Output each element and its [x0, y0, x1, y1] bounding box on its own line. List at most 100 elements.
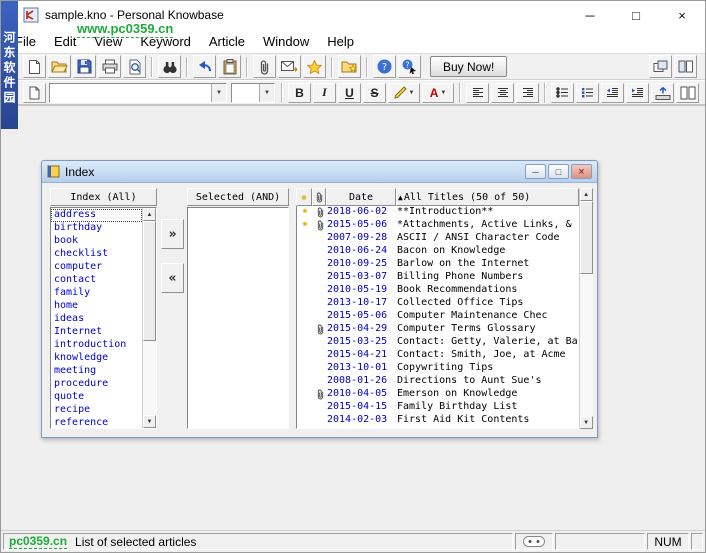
index-window-titlebar[interactable]: Index ─ □ ×	[42, 161, 597, 183]
keyword-item[interactable]: address	[51, 209, 142, 222]
add-keyword-button[interactable]: »	[161, 219, 184, 249]
keyword-scrollbar[interactable]: ▲ ▼	[142, 208, 156, 428]
keyword-item[interactable]: introduction	[51, 339, 142, 352]
italic-button[interactable]: I	[313, 82, 336, 103]
scrollbar-thumb[interactable]	[579, 201, 593, 275]
minimize-button[interactable]: ─	[567, 1, 613, 29]
keyword-item[interactable]: birthday	[51, 222, 142, 235]
index-close-button[interactable]: ×	[571, 164, 592, 179]
scrollbar-thumb[interactable]	[143, 221, 156, 342]
article-scrollbar[interactable]: ▲ ▼	[578, 188, 593, 429]
scrollbar-track[interactable]	[143, 221, 156, 415]
search-button[interactable]	[158, 55, 181, 78]
align-center-button[interactable]	[491, 82, 514, 103]
scroll-down-icon[interactable]: ▼	[143, 415, 156, 428]
keyword-item[interactable]: meeting	[51, 365, 142, 378]
chevron-down-icon[interactable]: ▼	[259, 83, 274, 102]
favorites-folder-button[interactable]	[338, 55, 361, 78]
underline-button[interactable]: U	[338, 82, 361, 103]
keyword-item[interactable]: recipe	[51, 404, 142, 417]
article-row[interactable]: 2014-02-03 First Aid Kit Contents	[297, 414, 578, 427]
article-row[interactable]: 2007-09-28 ASCII / ANSI Character Code	[297, 232, 578, 245]
export-button[interactable]	[651, 82, 674, 103]
cascade-windows-button[interactable]	[649, 55, 672, 78]
indent-button[interactable]	[626, 82, 649, 103]
keyword-item[interactable]: home	[51, 300, 142, 313]
available-keywords-header[interactable]: Index (All)	[50, 188, 157, 206]
menu-item-window[interactable]: Window	[254, 29, 318, 53]
scrollbar-track[interactable]	[579, 201, 593, 416]
keyword-item[interactable]: book	[51, 235, 142, 248]
save-button[interactable]	[73, 55, 96, 78]
titles-column-header[interactable]: ▲ All Titles (50 of 50)	[396, 188, 579, 206]
keyword-item[interactable]: checklist	[51, 248, 142, 261]
selected-keywords-list[interactable]	[187, 207, 289, 429]
bold-button[interactable]: B	[288, 82, 311, 103]
article-row[interactable]: 2015-03-07 Billing Phone Numbers	[297, 271, 578, 284]
index-maximize-button[interactable]: □	[548, 164, 569, 179]
align-right-button[interactable]	[516, 82, 539, 103]
strikethrough-button[interactable]: S	[363, 82, 386, 103]
date-column-header[interactable]: Date	[326, 188, 396, 206]
article-row[interactable]: 2015-05-06 Computer Maintenance Chec	[297, 310, 578, 323]
star-column-header[interactable]: ★	[296, 188, 312, 206]
article-row[interactable]: 2013-10-17 Collected Office Tips	[297, 297, 578, 310]
chevron-down-icon[interactable]: ▼	[211, 83, 226, 102]
menu-item-help[interactable]: Help	[318, 29, 363, 53]
menu-item-article[interactable]: Article	[200, 29, 254, 53]
align-left-button[interactable]	[466, 82, 489, 103]
article-row[interactable]: 2015-04-15 Family Birthday List	[297, 401, 578, 414]
keyword-item[interactable]: knowledge	[51, 352, 142, 365]
print-button[interactable]	[98, 55, 121, 78]
keyword-item[interactable]: Internet	[51, 326, 142, 339]
open-file-button[interactable]	[48, 55, 71, 78]
article-page-button[interactable]	[23, 82, 46, 103]
article-row[interactable]: 2008-01-26 Directions to Aunt Sue's	[297, 375, 578, 388]
index-minimize-button[interactable]: ─	[525, 164, 546, 179]
keyword-item[interactable]: family	[51, 287, 142, 300]
font-color-button[interactable]: A ▼	[422, 82, 454, 103]
font-name-select[interactable]: ▼	[49, 82, 227, 103]
buy-now-button[interactable]: Buy Now!	[430, 56, 508, 77]
print-preview-button[interactable]	[123, 55, 146, 78]
send-email-button[interactable]	[278, 55, 301, 78]
article-row[interactable]: 2010-04-05 Emerson on Knowledge	[297, 388, 578, 401]
keyword-item[interactable]: reference	[51, 417, 142, 428]
bullet-list-button[interactable]	[551, 82, 574, 103]
highlight-button[interactable]: ▼	[388, 82, 420, 103]
numbered-list-button[interactable]	[576, 82, 599, 103]
remove-keyword-button[interactable]: «	[161, 263, 184, 293]
context-help-button[interactable]: ?	[398, 55, 421, 78]
columns-view-button[interactable]	[676, 82, 699, 103]
new-file-button[interactable]	[23, 55, 46, 78]
clip-column-header[interactable]	[312, 188, 326, 206]
help-button[interactable]: ?	[373, 55, 396, 78]
undo-button[interactable]	[193, 55, 216, 78]
article-row[interactable]: 2015-03-25 Contact: Getty, Valerie, at Ba	[297, 336, 578, 349]
paste-button[interactable]	[218, 55, 241, 78]
keyword-item[interactable]: computer	[51, 261, 142, 274]
article-row[interactable]: 2013-10-01 Copywriting Tips	[297, 362, 578, 375]
scroll-up-icon[interactable]: ▲	[143, 208, 156, 221]
keyword-item[interactable]: ideas	[51, 313, 142, 326]
article-row[interactable]: 2015-04-21 Contact: Smith, Joe, at Acme	[297, 349, 578, 362]
outdent-button[interactable]	[601, 82, 624, 103]
keyword-item[interactable]: quote	[51, 391, 142, 404]
maximize-button[interactable]: □	[613, 1, 659, 29]
scroll-down-icon[interactable]: ▼	[579, 416, 593, 429]
font-size-select[interactable]: ▼	[231, 82, 275, 103]
article-row[interactable]: 2010-09-25 Barlow on the Internet	[297, 258, 578, 271]
close-button[interactable]: ×	[659, 1, 705, 29]
tile-windows-button[interactable]	[674, 55, 697, 78]
article-row[interactable]: ★ 2018-06-02 **Introduction**	[297, 206, 578, 219]
keyword-item[interactable]: contact	[51, 274, 142, 287]
article-row[interactable]: 2015-04-29 Computer Terms Glossary	[297, 323, 578, 336]
keyword-item[interactable]: procedure	[51, 378, 142, 391]
article-row[interactable]: 2010-06-24 Bacon on Knowledge	[297, 245, 578, 258]
article-row[interactable]: 2010-05-19 Book Recommendations	[297, 284, 578, 297]
attach-button[interactable]	[253, 55, 276, 78]
scroll-up-icon[interactable]: ▲	[579, 188, 593, 201]
selected-keywords-header[interactable]: Selected (AND)	[187, 188, 289, 206]
article-row[interactable]: ★ 2015-05-06 *Attachments, Active Links, &	[297, 219, 578, 232]
favorite-button[interactable]	[303, 55, 326, 78]
